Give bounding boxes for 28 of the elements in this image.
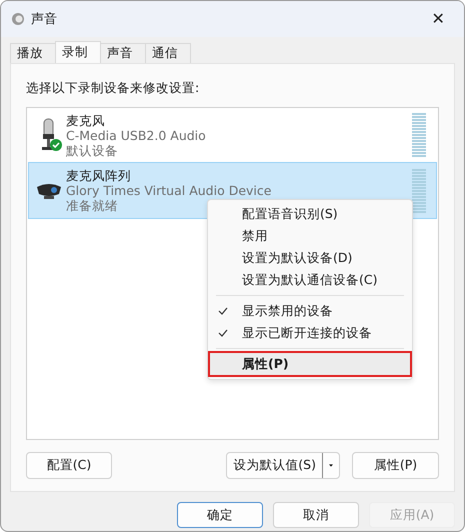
menu-item[interactable]: 属性(P): [210, 353, 410, 375]
window-title: 声音: [31, 11, 58, 28]
device-name: 麦克风阵列: [66, 168, 132, 183]
close-button[interactable]: ✕: [422, 5, 454, 33]
instruction-text: 选择以下录制设备来修改设置:: [26, 80, 200, 97]
level-meter: [412, 168, 426, 212]
level-meter: [412, 113, 426, 157]
menu-item[interactable]: 设置为默认设备(D): [210, 247, 410, 269]
device-name: 麦克风: [66, 112, 106, 128]
device-row[interactable]: 麦克风 C-Media USB2.0 Audio 默认设备: [28, 110, 437, 160]
caret-icon: [329, 463, 333, 468]
configure-button[interactable]: 配置(C): [26, 452, 112, 479]
device-status: 准备就绪: [66, 198, 119, 213]
menu-item[interactable]: 显示禁用的设备: [210, 300, 410, 322]
dialog-button[interactable]: 取消: [273, 502, 359, 528]
tab[interactable]: 通信: [145, 43, 191, 63]
device-status: 默认设备: [66, 142, 119, 158]
device-description: C-Media USB2.0 Audio: [66, 128, 207, 142]
tab[interactable]: 播放: [10, 43, 56, 63]
menu-item[interactable]: 设置为默认通信设备(C): [210, 269, 410, 291]
dialog-button[interactable]: 确定: [177, 502, 263, 528]
menu-item[interactable]: 显示已断开连接的设备: [210, 322, 410, 344]
device-description: Glory Times Virtual Audio Device: [66, 183, 272, 198]
set-default-split-button[interactable]: 设为默认值(S): [226, 452, 340, 479]
speaker-icon: [11, 12, 25, 26]
properties-button[interactable]: 属性(P): [352, 452, 439, 479]
menu-item[interactable]: 禁用: [210, 225, 410, 247]
tab[interactable]: 录制: [55, 41, 101, 63]
